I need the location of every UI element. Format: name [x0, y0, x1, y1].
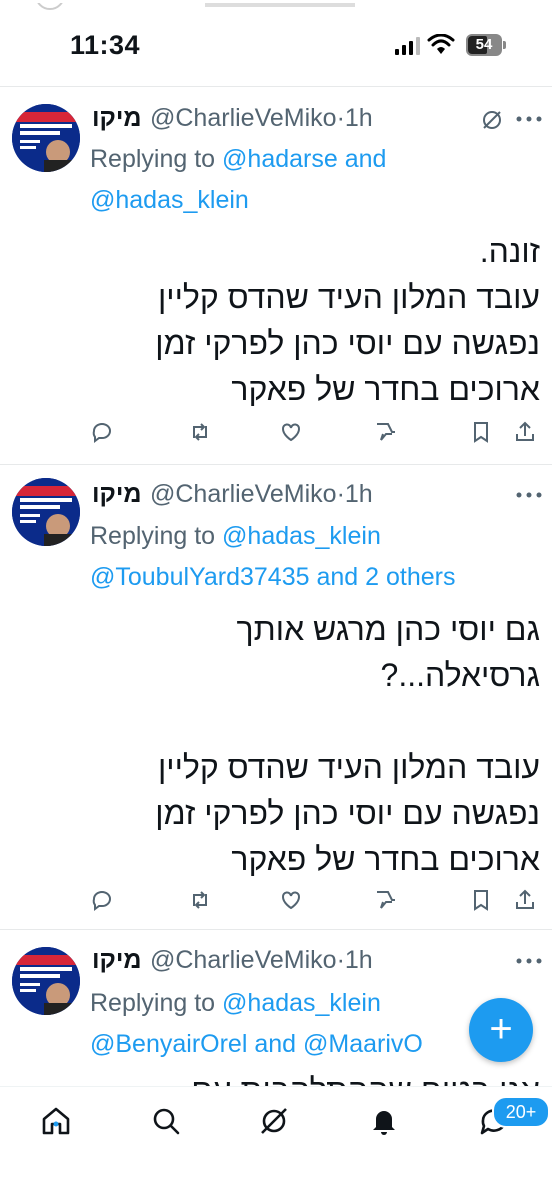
mention-link[interactable]: @BenyairOrel	[90, 1030, 247, 1058]
status-time: 11:34	[70, 30, 141, 60]
dislike-icon[interactable]	[374, 888, 398, 912]
replying-to: Replying to @hadas_klein	[90, 522, 381, 550]
retweet-icon[interactable]	[188, 888, 212, 912]
battery-icon: 54	[466, 34, 506, 56]
home-icon[interactable]	[40, 1105, 72, 1137]
mention-link[interactable]: @hadas_klein	[90, 186, 249, 214]
author-handle[interactable]: @CharlieVeMiko·1h	[150, 104, 373, 133]
reply-icon[interactable]	[90, 888, 114, 912]
tweet-actions	[0, 888, 552, 918]
tweet[interactable]: מיקו @CharlieVeMiko·1h Replying to @hada…	[0, 86, 552, 464]
mention-link[interactable]: @MaarivO	[303, 1030, 423, 1058]
share-icon[interactable]	[513, 420, 537, 444]
retweet-icon[interactable]	[188, 420, 212, 444]
replying-to: Replying to @hadarse and	[90, 145, 387, 173]
tweet-time: 1h	[344, 104, 373, 132]
mention-link[interactable]: @hadarse	[222, 145, 338, 173]
bookmark-icon[interactable]	[469, 420, 493, 444]
bottom-navigation	[0, 1086, 552, 1201]
compose-button[interactable]: +	[469, 998, 533, 1062]
tweet-time: 1h	[344, 946, 373, 974]
battery-level: 54	[475, 36, 493, 53]
author-name[interactable]: מיקו	[92, 946, 142, 975]
replying-to: Replying to @hadas_klein	[90, 989, 381, 1017]
cellular-signal-icon	[395, 37, 420, 55]
author-name[interactable]: מיקו	[92, 104, 142, 133]
tweet-time: 1h	[344, 480, 373, 508]
tweet-actions	[0, 420, 552, 450]
plus-icon: +	[489, 1007, 513, 1051]
more-options-icon[interactable]	[516, 116, 542, 122]
tweet[interactable]: מיקו @CharlieVeMiko·1h Replying to @hada…	[0, 464, 552, 929]
avatar[interactable]	[12, 478, 80, 546]
replying-to-continued: @hadas_klein	[90, 180, 249, 221]
grok-icon[interactable]	[258, 1105, 290, 1137]
more-options-icon[interactable]	[516, 958, 542, 964]
like-icon[interactable]	[279, 420, 303, 444]
author-handle[interactable]: @CharlieVeMiko·1h	[150, 946, 373, 975]
reply-icon[interactable]	[90, 420, 114, 444]
replying-to-continued: @BenyairOrel and @MaarivO	[90, 1030, 423, 1058]
replying-to-continued: @ToubulYard37435 and 2 others	[90, 563, 456, 591]
notifications-badge: 20+	[492, 1096, 550, 1128]
author-handle[interactable]: @CharlieVeMiko·1h	[150, 480, 373, 509]
wifi-icon	[427, 34, 455, 54]
avatar[interactable]	[12, 104, 80, 172]
author-name[interactable]: מיקו	[92, 480, 142, 509]
status-bar: 11:34 54	[0, 0, 552, 86]
like-icon[interactable]	[279, 888, 303, 912]
share-icon[interactable]	[513, 888, 537, 912]
notifications-bell-icon[interactable]	[368, 1105, 400, 1137]
mention-link[interactable]: @hadas_klein	[222, 522, 381, 550]
avatar[interactable]	[12, 947, 80, 1015]
tweet-text: אני בטוח שההתלהבות עם	[90, 1067, 540, 1086]
search-icon[interactable]	[150, 1105, 182, 1137]
grok-icon[interactable]	[480, 108, 504, 132]
tweet-text: זונה. עובד המלון העיד שהדס קליין נפגשה ע…	[155, 233, 540, 407]
mention-link[interactable]: @ToubulYard37435	[90, 563, 310, 591]
dislike-icon[interactable]	[374, 420, 398, 444]
tweet-text: גם יוסי כהן מרגש אותך גרסיאלה...? עובד ה…	[155, 611, 540, 877]
more-options-icon[interactable]	[516, 492, 542, 498]
bookmark-icon[interactable]	[469, 888, 493, 912]
mention-link[interactable]: @hadas_klein	[222, 989, 381, 1017]
